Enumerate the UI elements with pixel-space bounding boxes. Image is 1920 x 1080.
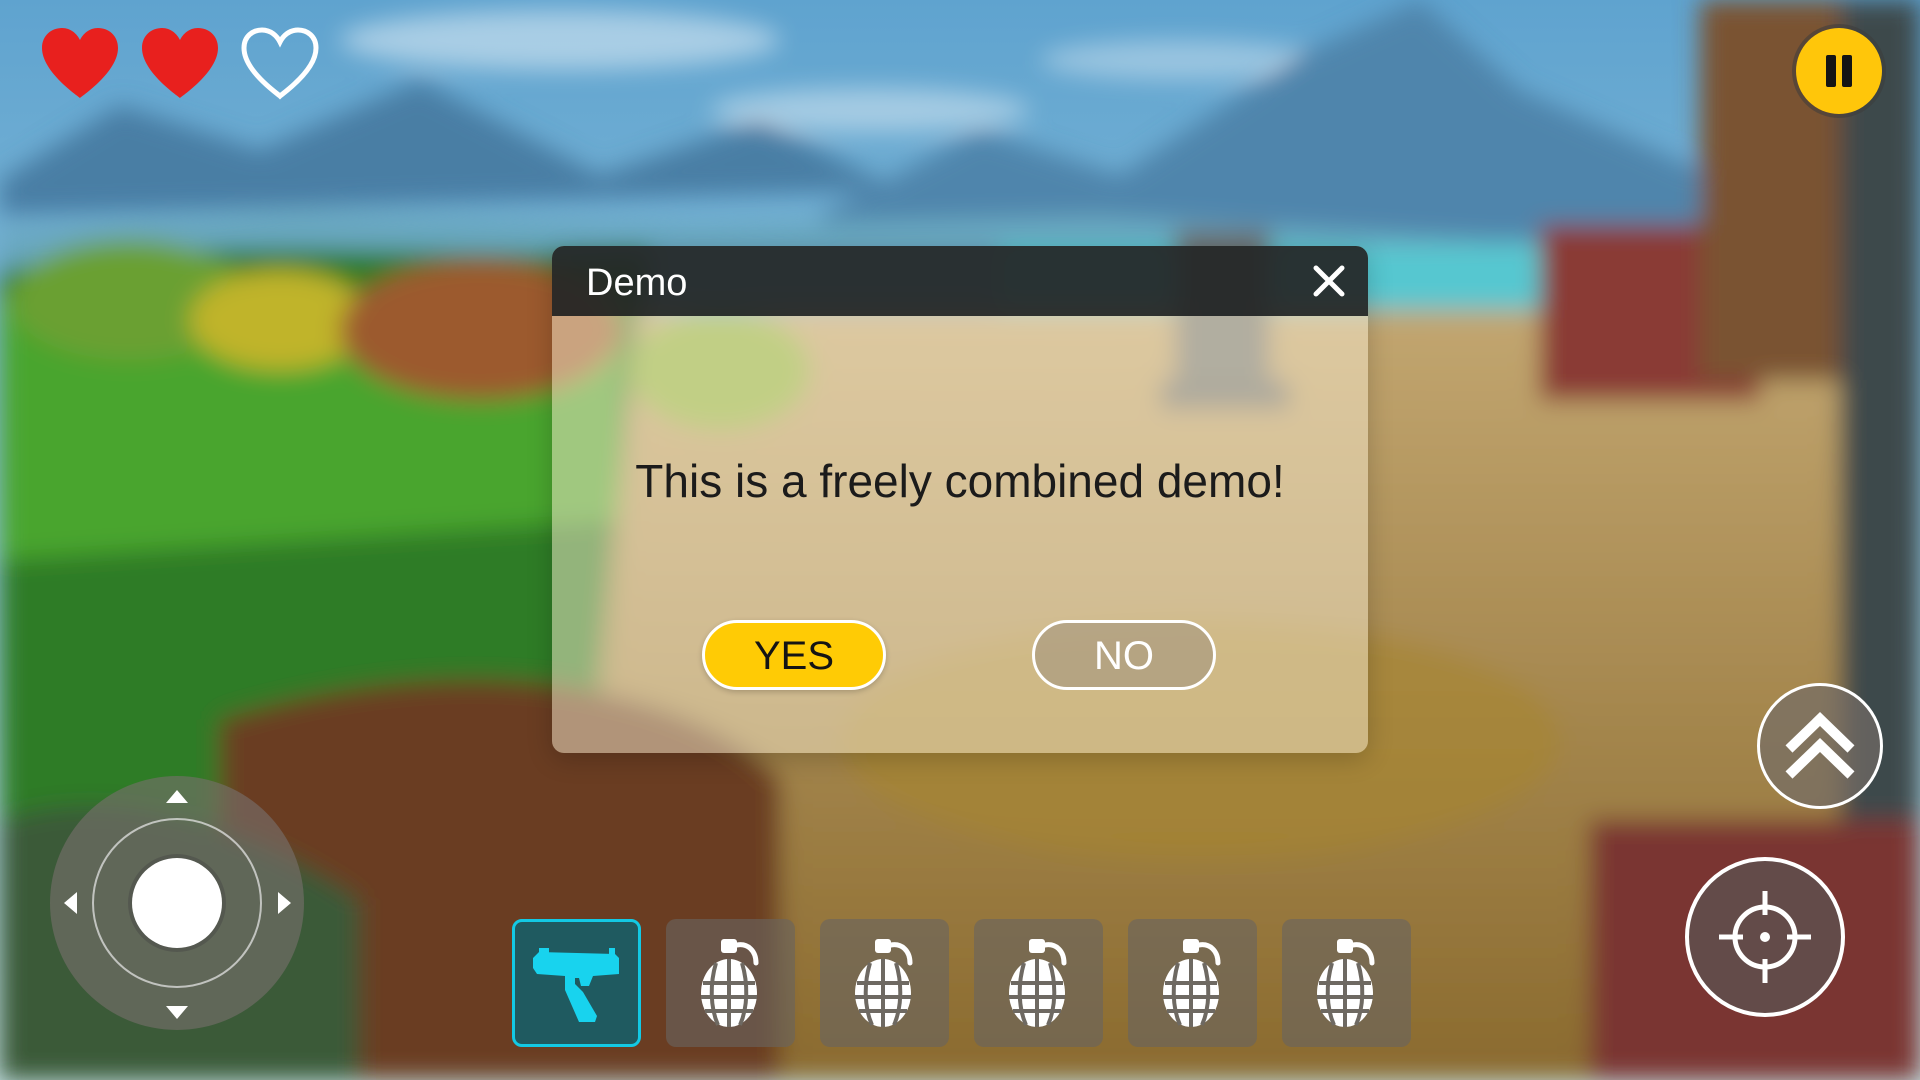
grenade-icon [700, 939, 758, 1027]
jump-button[interactable] [1757, 683, 1883, 809]
item-hotbar [512, 919, 1411, 1047]
crosshair-icon [1719, 891, 1811, 983]
grenade-icon [1162, 939, 1220, 1027]
joystick-knob[interactable] [132, 858, 222, 948]
no-button[interactable]: NO [1032, 620, 1216, 690]
hotbar-slot-grenade[interactable] [820, 919, 949, 1047]
hotbar-slot-grenade[interactable] [1282, 919, 1411, 1047]
grenade-icon [1316, 939, 1374, 1027]
hotbar-slot-grenade[interactable] [666, 919, 795, 1047]
arrow-up-icon [166, 790, 188, 803]
arrow-left-icon [64, 892, 77, 914]
hotbar-slot-pistol[interactable] [512, 919, 641, 1047]
yes-button[interactable]: YES [702, 620, 886, 690]
aim-fire-button[interactable] [1685, 857, 1845, 1017]
heart-empty-icon [238, 24, 322, 102]
dialog-title: Demo [586, 262, 688, 304]
movement-joystick[interactable] [50, 776, 304, 1030]
health-bar [38, 24, 322, 102]
hotbar-slot-grenade[interactable] [1128, 919, 1257, 1047]
dialog-message: This is a freely combined demo! [635, 455, 1285, 507]
heart-full-icon [138, 24, 222, 102]
pistol-icon [532, 948, 619, 1022]
demo-dialog: Demo This is a freely combined demo! YES… [552, 246, 1368, 753]
hotbar-slot-grenade[interactable] [974, 919, 1103, 1047]
close-icon [1313, 265, 1345, 297]
dialog-close-button[interactable] [1308, 260, 1350, 302]
heart-full-icon [38, 24, 122, 102]
arrow-down-icon [166, 1006, 188, 1019]
dialog-header: Demo [552, 246, 1368, 316]
arrow-right-icon [278, 892, 291, 914]
double-chevron-up-icon [1785, 712, 1855, 779]
pause-button[interactable] [1796, 28, 1882, 114]
grenade-icon [1008, 939, 1066, 1027]
grenade-icon [854, 939, 912, 1027]
